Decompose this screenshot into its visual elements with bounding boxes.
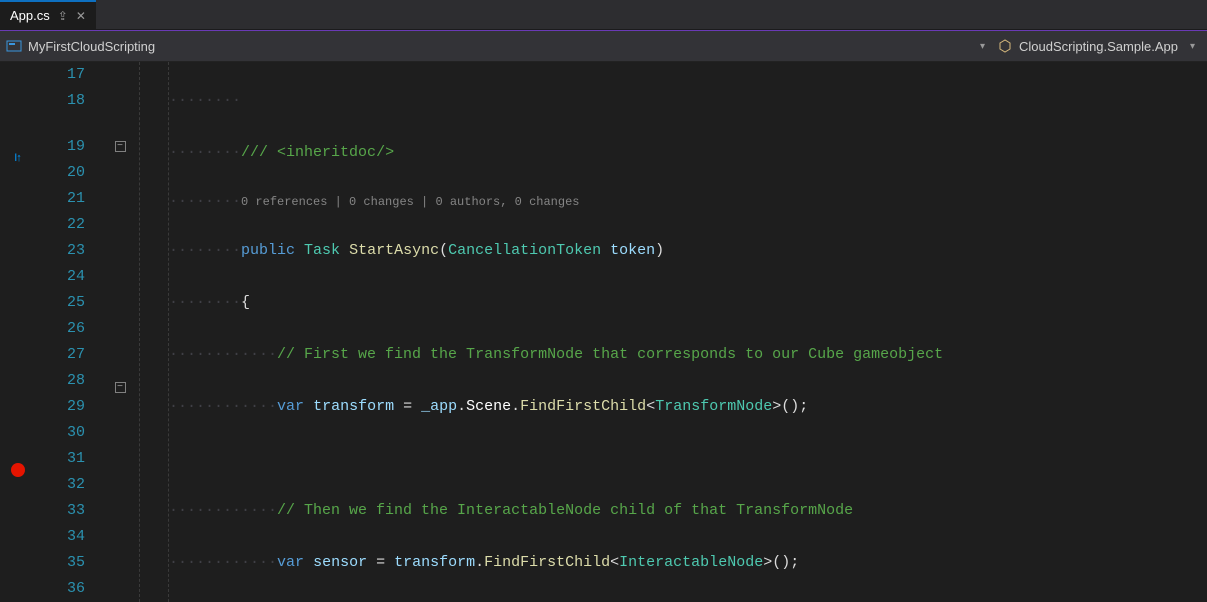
nav-left-label: MyFirstCloudScripting xyxy=(28,39,155,54)
code-editor[interactable]: I↑ 17 18 19 20 21 22 23 24 25 26 27 28 2… xyxy=(0,62,1207,602)
code-area[interactable]: ········ ········/// <inheritdoc/> ·····… xyxy=(169,62,1207,602)
tab-label: App.cs xyxy=(10,8,50,23)
fold-toggle-icon[interactable]: − xyxy=(115,141,126,152)
codelens[interactable]: 0 references | 0 changes | 0 authors, 0 … xyxy=(241,195,579,209)
breakpoint-margin[interactable]: I↑ xyxy=(0,62,35,602)
class-icon xyxy=(997,38,1013,54)
line-number-gutter: 17 18 19 20 21 22 23 24 25 26 27 28 29 3… xyxy=(35,62,105,602)
outlining-margin[interactable]: − − xyxy=(105,62,135,602)
fold-toggle-icon[interactable]: − xyxy=(115,382,126,393)
line-number: 32 xyxy=(35,472,85,498)
line-number: 27 xyxy=(35,342,85,368)
nav-left-dropdown[interactable]: MyFirstCloudScripting xyxy=(6,38,155,54)
line-number: 17 xyxy=(35,62,85,88)
line-number: 29 xyxy=(35,394,85,420)
line-number: 33 xyxy=(35,498,85,524)
pin-icon[interactable]: ⇪ xyxy=(58,9,68,23)
tracking-changes-icon: I↑ xyxy=(0,145,35,171)
nav-right-chevron-icon[interactable]: ▾ xyxy=(1184,41,1201,52)
project-icon xyxy=(6,38,22,54)
close-icon[interactable]: ✕ xyxy=(76,9,86,23)
line-number: 31 xyxy=(35,446,85,472)
nav-right-dropdown[interactable]: CloudScripting.Sample.App xyxy=(997,38,1178,54)
line-number: 26 xyxy=(35,316,85,342)
line-number: 36 xyxy=(35,576,85,602)
line-number: 18 xyxy=(35,88,85,114)
line-number: 24 xyxy=(35,264,85,290)
navigation-bar: MyFirstCloudScripting ▾ CloudScripting.S… xyxy=(0,30,1207,62)
line-number: 19 xyxy=(35,134,85,160)
nav-left-chevron-icon[interactable]: ▾ xyxy=(974,41,991,52)
line-number: 35 xyxy=(35,550,85,576)
indent-guide xyxy=(139,62,169,602)
line-number: 21 xyxy=(35,186,85,212)
tab-bar: App.cs ⇪ ✕ xyxy=(0,0,1207,30)
document-tab[interactable]: App.cs ⇪ ✕ xyxy=(0,0,96,29)
line-number: 28 xyxy=(35,368,85,394)
line-number: 30 xyxy=(35,420,85,446)
line-number: 25 xyxy=(35,290,85,316)
nav-right-label: CloudScripting.Sample.App xyxy=(1019,39,1178,54)
line-number: 22 xyxy=(35,212,85,238)
breakpoint-icon[interactable] xyxy=(11,463,25,477)
line-number: 34 xyxy=(35,524,85,550)
line-number: 23 xyxy=(35,238,85,264)
line-number: 20 xyxy=(35,160,85,186)
